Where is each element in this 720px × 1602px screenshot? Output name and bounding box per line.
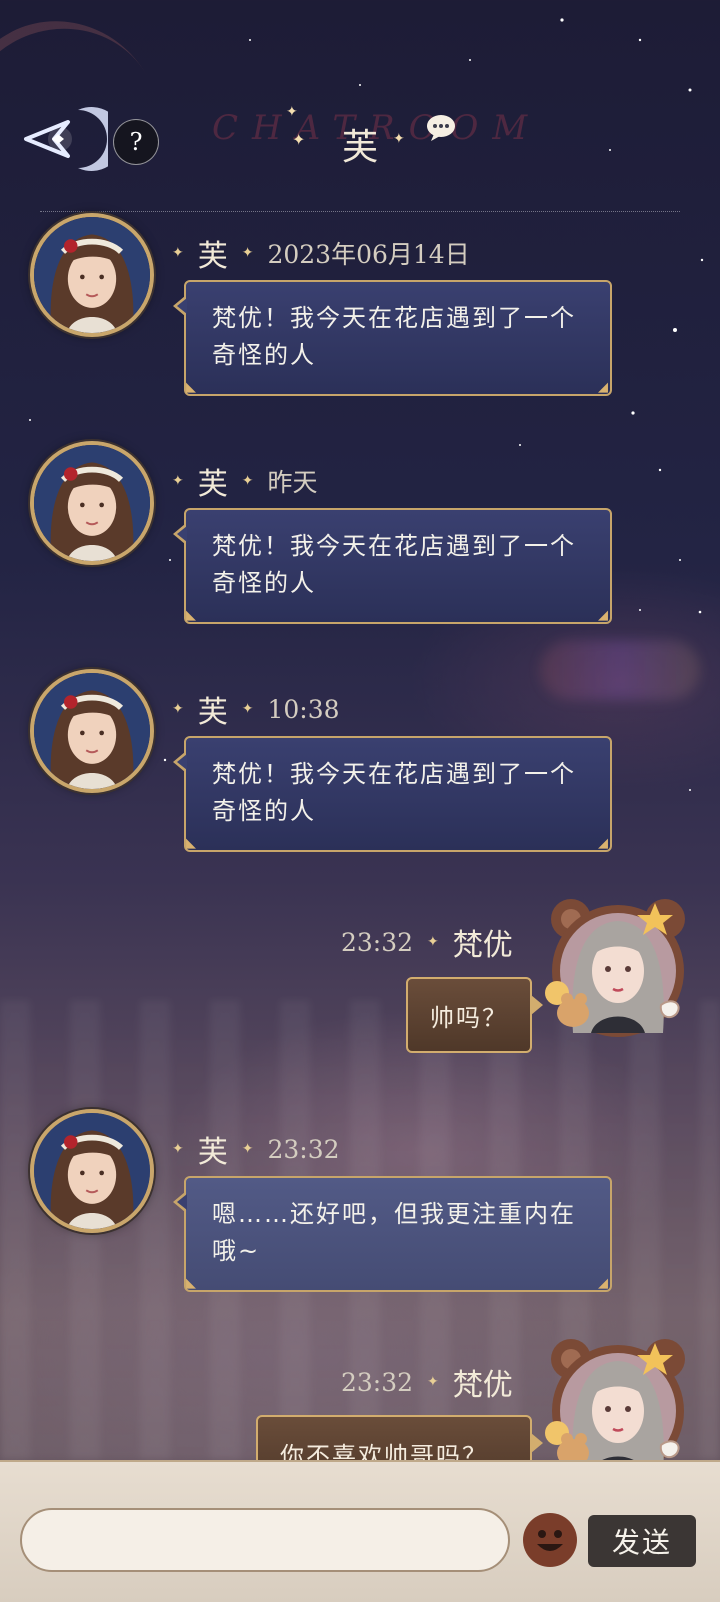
avatar-image xyxy=(34,445,150,561)
star-icon: ✦ xyxy=(172,701,184,717)
message-input[interactable] xyxy=(20,1508,510,1572)
avatar-image xyxy=(545,899,685,1037)
emoji-icon xyxy=(524,1514,576,1566)
sender-name: 芙 xyxy=(197,695,228,730)
message-meta: ✦ 芙 ✦ 昨天 xyxy=(172,459,317,503)
corner-ornament: ◣ xyxy=(186,380,198,395)
star-icon: ✦ xyxy=(172,1141,184,1157)
avatar-image xyxy=(34,1113,150,1229)
message-text: 帅吗？ xyxy=(430,1003,508,1032)
message-time: 23:32 xyxy=(341,1367,414,1397)
avatar-fu[interactable] xyxy=(30,213,154,337)
message-meta: ✦ 芙 ✦ 23:32 xyxy=(172,1127,340,1171)
header-divider xyxy=(40,211,680,212)
avatar-fanyou[interactable] xyxy=(543,893,693,1043)
star-icon: ✦ xyxy=(241,1141,254,1157)
sender-name: 梵优 xyxy=(452,1368,513,1403)
corner-ornament: ◣ xyxy=(186,836,198,851)
star-icon: ✦ xyxy=(241,473,254,489)
send-button[interactable]: 发送 xyxy=(588,1515,696,1567)
star-icon: ✦ xyxy=(241,701,254,717)
rainbow-glow-decoration xyxy=(540,640,700,700)
corner-ornament: ◢ xyxy=(598,1276,610,1291)
emoji-button[interactable] xyxy=(523,1513,577,1567)
message-meta: 23:32 ✦ 梵优 xyxy=(341,1360,513,1404)
message-meta: ✦ 芙 ✦ 2023年06月14日 xyxy=(172,231,470,275)
corner-ornament: ◣ xyxy=(186,608,198,623)
star-icon: ✦ xyxy=(427,934,439,950)
message-meta: ✦ 芙 ✦ 10:38 xyxy=(172,687,340,731)
chat-bubble-icon xyxy=(427,115,455,141)
star-icon: ✦ xyxy=(172,473,184,489)
avatar-fu[interactable] xyxy=(30,441,154,565)
message-time: 2023年06月14日 xyxy=(267,240,470,269)
avatar-fu[interactable] xyxy=(30,669,154,793)
message-text: 嗯……还好吧，但我更注重内在哦~ xyxy=(212,1200,576,1265)
message-bubble[interactable]: 梵优！我今天在花店遇到了一个奇怪的人 ◣ ◢ xyxy=(173,280,612,396)
message-bubble[interactable]: 梵优！我今天在花店遇到了一个奇怪的人 ◣ ◢ xyxy=(173,508,612,624)
message-bubble[interactable]: 帅吗？ xyxy=(406,977,543,1053)
message-bubble[interactable]: 梵优！我今天在花店遇到了一个奇怪的人 ◣ ◢ xyxy=(173,736,612,852)
sender-name: 梵优 xyxy=(452,928,513,963)
message-time: 10:38 xyxy=(267,694,340,724)
avatar-image xyxy=(34,673,150,789)
message-text: 梵优！我今天在花店遇到了一个奇怪的人 xyxy=(212,304,576,369)
sender-name: 芙 xyxy=(197,239,228,274)
page-title: 芙 xyxy=(341,127,378,168)
corner-ornament: ◢ xyxy=(598,608,610,623)
sender-name: 芙 xyxy=(197,1135,228,1170)
sender-name: 芙 xyxy=(197,467,228,502)
avatar-image xyxy=(34,217,150,333)
message-bubble[interactable]: 嗯……还好吧，但我更注重内在哦~ ◣ ◢ xyxy=(173,1176,612,1292)
message-time: 昨天 xyxy=(267,468,318,497)
message-text: 梵优！我今天在花店遇到了一个奇怪的人 xyxy=(212,760,576,825)
corner-ornament: ◣ xyxy=(186,1276,198,1291)
star-icon: ✦ xyxy=(241,245,254,261)
avatar-fu[interactable] xyxy=(30,1109,154,1233)
message-time: 23:32 xyxy=(341,927,414,957)
corner-ornament: ◢ xyxy=(598,380,610,395)
message-text: 梵优！我今天在花店遇到了一个奇怪的人 xyxy=(212,532,576,597)
message-time: 23:32 xyxy=(267,1134,340,1164)
star-icon: ✦ xyxy=(172,245,184,261)
message-meta: 23:32 ✦ 梵优 xyxy=(341,920,513,964)
corner-ornament: ◢ xyxy=(598,836,610,851)
star-icon: ✦ xyxy=(427,1374,439,1390)
